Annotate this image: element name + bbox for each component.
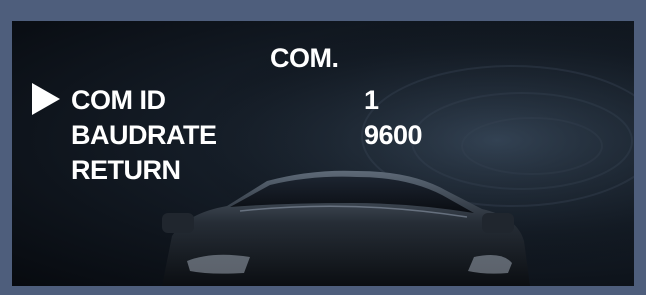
osd-screen: COM. COM ID 1 BAUDRATE 9600 RETURN <box>12 21 634 286</box>
menu-item-return[interactable]: RETURN <box>71 157 181 184</box>
triangle-right-icon <box>32 83 60 115</box>
monitor-frame: COM. COM ID 1 BAUDRATE 9600 RETURN <box>0 0 646 295</box>
menu-item-com-id[interactable]: COM ID <box>71 87 166 114</box>
menu-title: COM. <box>270 43 339 73</box>
com-id-value: 1 <box>364 85 379 115</box>
baudrate-value: 9600 <box>364 120 423 150</box>
menu-item-baudrate[interactable]: BAUDRATE <box>71 122 217 149</box>
